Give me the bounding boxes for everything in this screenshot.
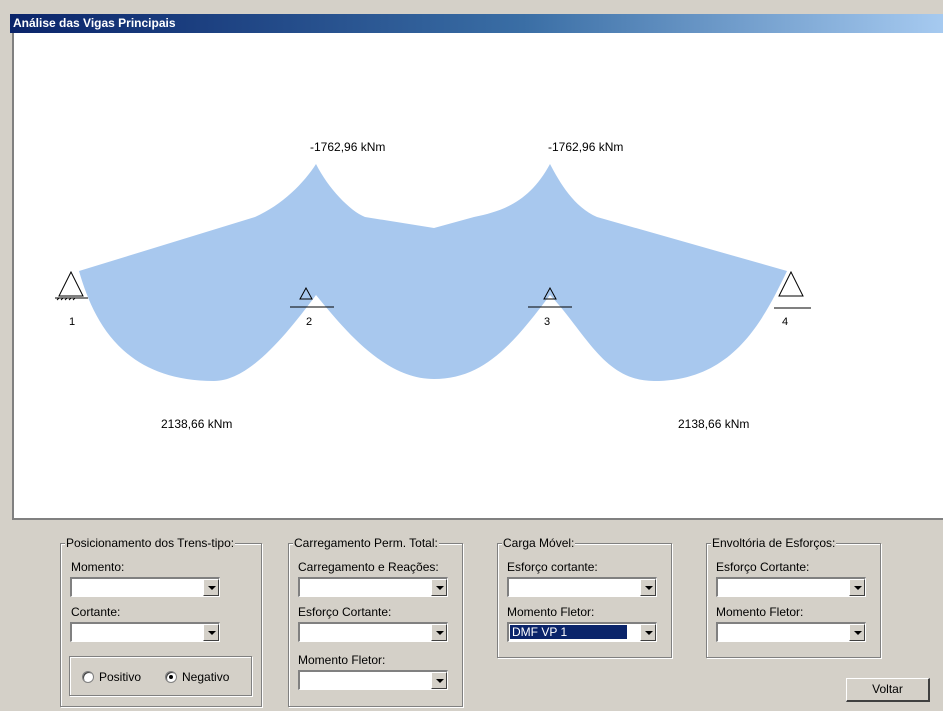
envoltoria-legend: Envoltória de Esforços:	[711, 536, 837, 550]
support-1-label: 1	[69, 316, 75, 328]
carreg-cortante-combo[interactable]	[298, 622, 448, 642]
movel-cortante-combo[interactable]	[507, 577, 657, 597]
movel-fletor-combo-dropdown-button[interactable]	[640, 624, 656, 641]
movel-fletor-combo[interactable]: DMF VP 1	[507, 622, 657, 642]
movel-fletor-combo-value: DMF VP 1	[510, 625, 627, 639]
envoltoria-group: Envoltória de Esforços: Esforço Cortante…	[706, 536, 881, 658]
positivo-negativo-box: Positivo Negativo	[69, 656, 252, 696]
carregamento-group: Carregamento Perm. Total: Carregamento e…	[288, 536, 463, 707]
moment-diagram: 1 2 3 4 -1762,96 kNm -1762,96 kNm 2138,6…	[55, 140, 811, 431]
reacoes-combo-dropdown-button[interactable]	[431, 579, 447, 596]
chevron-down-icon	[208, 631, 216, 635]
chevron-down-icon	[208, 586, 216, 590]
carreg-fletor-combo-dropdown-button[interactable]	[431, 672, 447, 689]
carreg-cortante-combo-value	[301, 625, 305, 639]
voltar-button[interactable]: Voltar	[846, 678, 930, 702]
trens-tipo-group: Posicionamento dos Trens-tipo: Momento: …	[60, 536, 262, 707]
movel-fletor-label: Momento Fletor:	[507, 605, 595, 619]
cortante-label: Cortante:	[71, 605, 121, 619]
reacoes-combo-value	[301, 580, 305, 594]
carreg-fletor-label: Momento Fletor:	[298, 653, 386, 667]
support-3-label: 3	[544, 316, 550, 328]
cortante-combo[interactable]	[70, 622, 220, 642]
carregamento-legend: Carregamento Perm. Total:	[293, 536, 439, 550]
cortante-combo-value	[73, 625, 77, 639]
moment-diagram-fill	[79, 164, 787, 381]
carreg-cortante-combo-dropdown-button[interactable]	[431, 624, 447, 641]
envoltoria-cortante-combo-value	[719, 580, 723, 594]
carga-movel-group: Carga Móvel: Esforço cortante: Momento F…	[497, 536, 672, 658]
support-2-label: 2	[306, 316, 312, 328]
carreg-fletor-combo[interactable]	[298, 670, 448, 690]
pos-moment-left-label: 2138,66 kNm	[161, 417, 232, 431]
chevron-down-icon	[645, 586, 653, 590]
chevron-down-icon	[436, 631, 444, 635]
momento-combo-value	[73, 580, 77, 594]
controls-panel: Posicionamento dos Trens-tipo: Momento: …	[12, 520, 943, 711]
envoltoria-cortante-label: Esforço Cortante:	[716, 560, 810, 574]
movel-cortante-label: Esforço cortante:	[507, 560, 598, 574]
positivo-radio-circle[interactable]	[82, 671, 94, 683]
positivo-radio[interactable]: Positivo	[82, 670, 141, 684]
momento-combo-dropdown-button[interactable]	[203, 579, 219, 596]
envoltoria-fletor-label: Momento Fletor:	[716, 605, 804, 619]
radio-selected-dot	[169, 675, 173, 679]
movel-cortante-combo-value	[510, 580, 514, 594]
support-4-label: 4	[782, 316, 788, 328]
pos-moment-right-label: 2138,66 kNm	[678, 417, 749, 431]
negativo-radio-circle[interactable]	[165, 671, 177, 683]
neg-moment-left-label: -1762,96 kNm	[310, 140, 385, 154]
momento-combo[interactable]	[70, 577, 220, 597]
neg-moment-right-label: -1762,96 kNm	[548, 140, 623, 154]
envoltoria-fletor-combo-dropdown-button[interactable]	[849, 624, 865, 641]
chevron-down-icon	[854, 631, 862, 635]
reacoes-label: Carregamento e Reações:	[298, 560, 439, 574]
carga-movel-legend: Carga Móvel:	[502, 536, 576, 550]
envoltoria-cortante-combo[interactable]	[716, 577, 866, 597]
envoltoria-fletor-combo[interactable]	[716, 622, 866, 642]
momento-label: Momento:	[71, 560, 125, 574]
chevron-down-icon	[436, 586, 444, 590]
chevron-down-icon	[854, 586, 862, 590]
chevron-down-icon	[645, 631, 653, 635]
carreg-fletor-combo-value	[301, 673, 305, 687]
chevron-down-icon	[436, 679, 444, 683]
negativo-radio[interactable]: Negativo	[165, 670, 229, 684]
cortante-combo-dropdown-button[interactable]	[203, 624, 219, 641]
movel-cortante-combo-dropdown-button[interactable]	[640, 579, 656, 596]
trens-tipo-legend: Posicionamento dos Trens-tipo:	[65, 536, 236, 550]
negativo-label: Negativo	[182, 670, 230, 684]
envoltoria-cortante-combo-dropdown-button[interactable]	[849, 579, 865, 596]
window-title-bar: Análise das Vigas Principais	[10, 14, 943, 33]
carreg-cortante-label: Esforço Cortante:	[298, 605, 392, 619]
positivo-label: Positivo	[99, 670, 142, 684]
bending-moment-canvas: 1 2 3 4 -1762,96 kNm -1762,96 kNm 2138,6…	[12, 33, 943, 520]
envoltoria-fletor-combo-value	[719, 625, 723, 639]
window-title: Análise das Vigas Principais	[13, 16, 176, 30]
reacoes-combo[interactable]	[298, 577, 448, 597]
